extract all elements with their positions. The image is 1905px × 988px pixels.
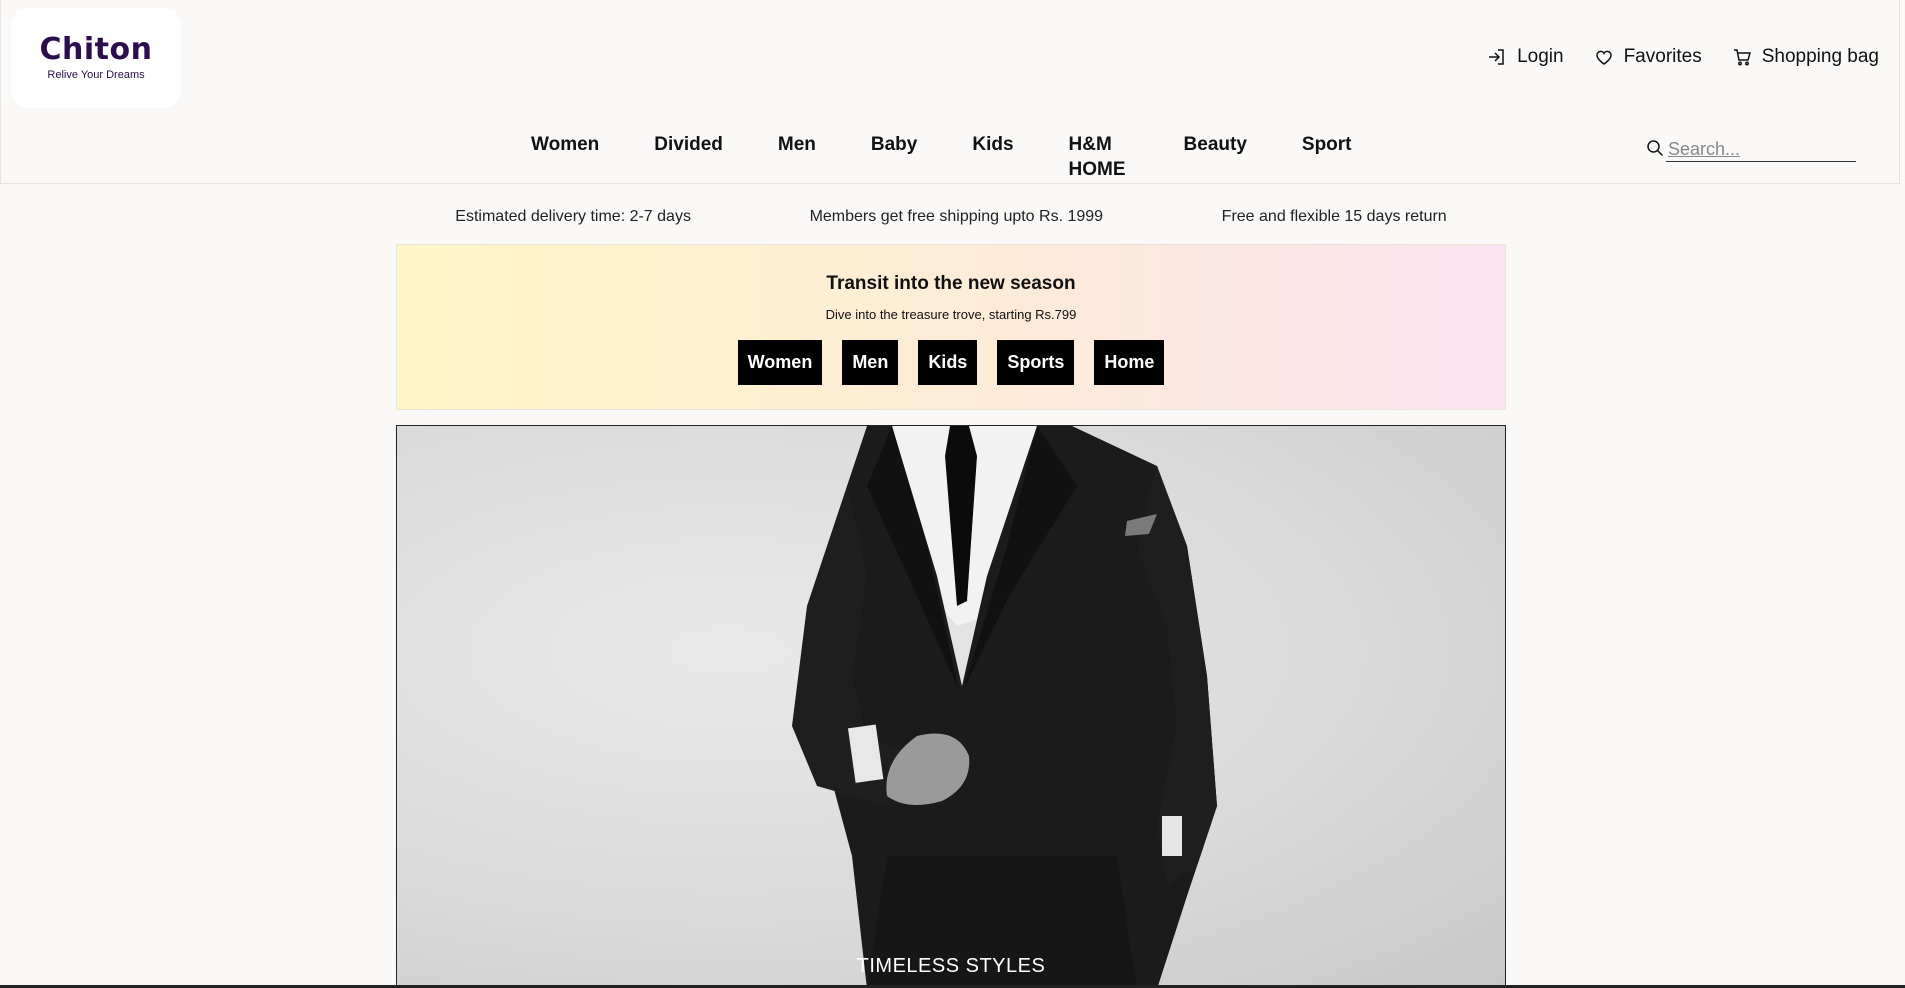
shopping-bag-link[interactable]: Shopping bag xyxy=(1732,46,1879,68)
service-info-strip: Estimated delivery time: 2-7 days Member… xyxy=(396,208,1506,226)
hero-banner[interactable]: TIMELESS STYLES xyxy=(396,425,1506,988)
nav-item-men[interactable]: Men xyxy=(778,132,816,157)
brand-logo[interactable]: Chiton Relive Your Dreams xyxy=(11,8,181,108)
delivery-info: Estimated delivery time: 2-7 days xyxy=(455,208,691,225)
login-link[interactable]: Login xyxy=(1487,46,1564,68)
heart-icon xyxy=(1594,47,1614,67)
promo-banner: Transit into the new season Dive into th… xyxy=(396,244,1506,410)
nav-item-hm-home[interactable]: H&M HOME xyxy=(1069,132,1129,182)
promo-title: Transit into the new season xyxy=(826,273,1076,294)
nav-item-kids[interactable]: Kids xyxy=(972,132,1013,157)
nav-item-beauty[interactable]: Beauty xyxy=(1184,132,1247,157)
shopping-bag-label: Shopping bag xyxy=(1761,46,1879,67)
cart-icon xyxy=(1732,47,1752,67)
nav-item-baby[interactable]: Baby xyxy=(871,132,917,157)
favorites-label: Favorites xyxy=(1623,46,1702,67)
promo-sports-button[interactable]: Sports xyxy=(997,340,1075,385)
site-header: Chiton Relive Your Dreams Login Favorite… xyxy=(0,0,1900,184)
main-nav: Women Divided Men Baby Kids H&M HOME Bea… xyxy=(531,132,1407,182)
search-icon[interactable] xyxy=(1646,139,1664,162)
nav-item-sport[interactable]: Sport xyxy=(1302,132,1352,157)
hero-caption: TIMELESS STYLES xyxy=(856,955,1046,977)
login-label: Login xyxy=(1517,46,1564,67)
promo-women-button[interactable]: Women xyxy=(737,340,823,385)
hero-image xyxy=(792,426,1217,988)
returns-info: Free and flexible 15 days return xyxy=(1221,208,1447,225)
promo-kids-button[interactable]: Kids xyxy=(918,340,978,385)
brand-wordmark: Chiton xyxy=(39,32,153,67)
search-input[interactable] xyxy=(1666,138,1856,162)
promo-subtitle: Dive into the treasure trove, starting R… xyxy=(825,307,1077,322)
login-icon xyxy=(1487,47,1507,67)
promo-category-buttons: Women Men Kids Sports Home xyxy=(397,340,1505,385)
search-bar xyxy=(1646,138,1856,162)
brand-tagline: Relive Your Dreams xyxy=(47,69,145,81)
promo-men-button[interactable]: Men xyxy=(842,340,899,385)
account-actions: Login Favorites Shopping bag xyxy=(1487,46,1879,68)
favorites-link[interactable]: Favorites xyxy=(1594,46,1702,68)
shipping-info: Members get free shipping upto Rs. 1999 xyxy=(809,208,1104,225)
nav-item-women[interactable]: Women xyxy=(531,132,599,157)
promo-home-button[interactable]: Home xyxy=(1094,340,1165,385)
nav-item-divided[interactable]: Divided xyxy=(654,132,723,157)
